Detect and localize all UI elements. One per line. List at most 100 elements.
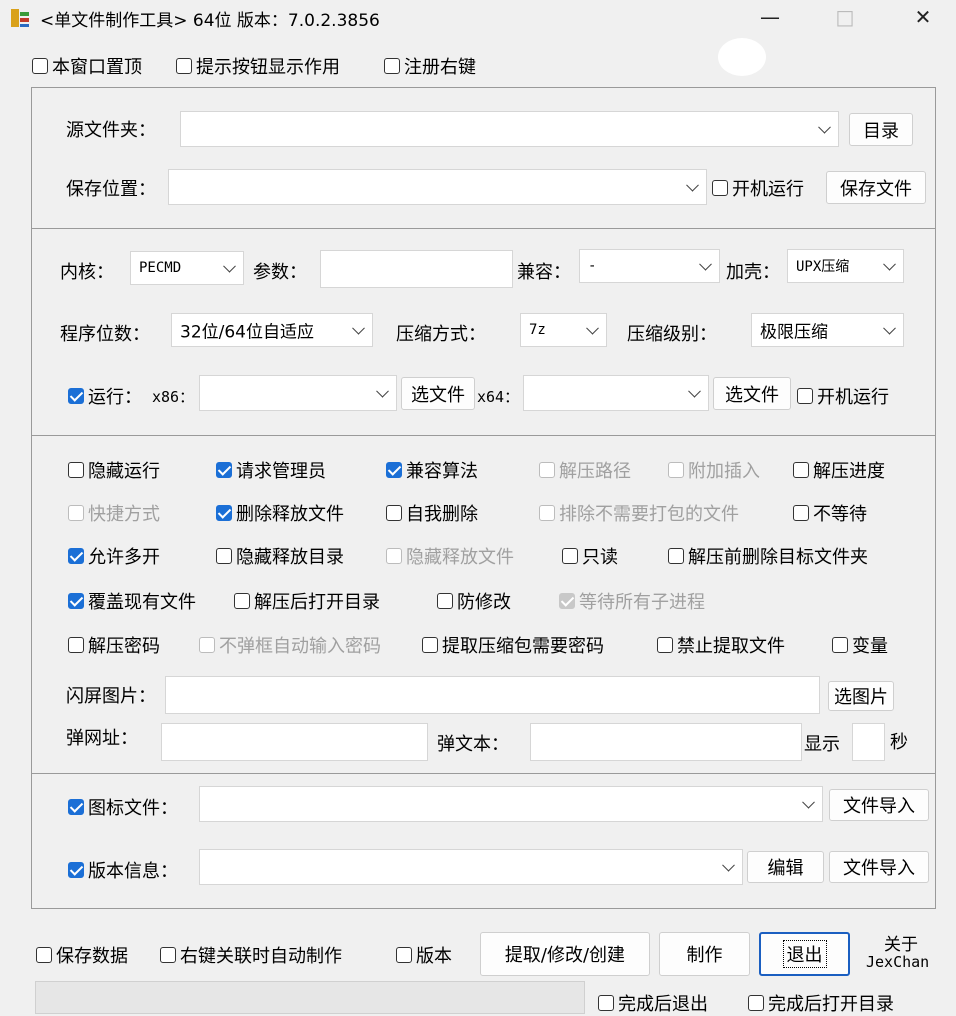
version-info-checkbox[interactable]: 版本信息： <box>68 857 178 883</box>
source-folder-combo[interactable] <box>180 111 839 147</box>
delete-released-files-checkbox[interactable]: 删除释放文件 <box>216 500 344 526</box>
chevron-down-icon <box>818 120 831 134</box>
chevron-down-icon <box>722 858 735 872</box>
x86-choose-file-button[interactable]: 选文件 <box>401 377 475 410</box>
method-label: 压缩方式： <box>396 324 486 345</box>
auto-make-check-icon <box>160 947 176 963</box>
splash-image-label: 闪屏图片： <box>66 686 156 707</box>
x64-combo[interactable] <box>523 375 709 411</box>
x64-choose-file-button[interactable]: 选文件 <box>713 377 791 410</box>
chevron-down-icon <box>376 384 389 398</box>
shell-label: 加壳： <box>726 262 780 283</box>
params-input[interactable] <box>320 250 513 288</box>
icon-file-combo[interactable] <box>199 786 823 822</box>
save-autorun-check-icon <box>712 180 728 196</box>
chevron-down-icon <box>699 257 712 271</box>
topmost-checkbox[interactable]: 本窗口置顶 <box>32 53 142 79</box>
extract-modify-create-button[interactable]: 提取/修改/创建 <box>480 932 650 976</box>
check-icon <box>437 593 453 609</box>
extract-progress-checkbox[interactable]: 解压进度 <box>793 457 885 483</box>
check-icon <box>793 505 809 521</box>
delete-target-before-extract-checkbox[interactable]: 解压前删除目标文件夹 <box>668 543 868 569</box>
exit-button[interactable]: 退出 <box>759 932 850 976</box>
open-dir-after-complete-checkbox[interactable]: 完成后打开目录 <box>748 990 894 1016</box>
chevron-down-icon <box>883 257 896 271</box>
about-label[interactable]: 关于 <box>884 930 918 955</box>
maximize-button[interactable]: □ <box>815 0 875 36</box>
run-checkbox[interactable]: 运行： <box>68 383 142 409</box>
shell-combo[interactable]: UPX压缩 <box>787 249 904 283</box>
splash-image-input[interactable] <box>165 676 820 714</box>
compat-algorithm-checkbox[interactable]: 兼容算法 <box>386 457 478 483</box>
kernel-label: 内核： <box>60 262 114 283</box>
allow-multi-instance-checkbox[interactable]: 允许多开 <box>68 543 160 569</box>
extract-password-checkbox[interactable]: 解压密码 <box>68 632 160 658</box>
show-tooltip-checkbox[interactable]: 提示按钮显示作用 <box>176 53 340 79</box>
edit-version-button[interactable]: 编辑 <box>747 851 824 883</box>
version-info-combo[interactable] <box>199 849 743 885</box>
save-autorun-checkbox[interactable]: 开机运行 <box>712 175 804 201</box>
icon-file-checkbox[interactable]: 图标文件： <box>68 794 178 820</box>
check-icon <box>199 637 215 653</box>
level-combo[interactable]: 极限压缩 <box>751 313 904 347</box>
chevron-down-icon <box>686 178 699 192</box>
version-checkbox[interactable]: 版本 <box>396 942 452 968</box>
open-dir-after-check-icon <box>748 995 764 1011</box>
open-dir-after-extract-checkbox[interactable]: 解压后打开目录 <box>234 588 380 614</box>
run-autorun-checkbox[interactable]: 开机运行 <box>797 383 889 409</box>
extract-path-checkbox: 解压路径 <box>539 457 631 483</box>
auto-input-password-checkbox: 不弹框自动输入密码 <box>199 632 381 658</box>
popup-text-label: 弹文本： <box>437 734 509 755</box>
compat-combo[interactable]: - <box>579 249 720 283</box>
anti-modify-checkbox[interactable]: 防修改 <box>437 588 511 614</box>
save-location-combo[interactable] <box>168 169 707 205</box>
extract-needs-password-checkbox[interactable]: 提取压缩包需要密码 <box>422 632 604 658</box>
version-check-icon <box>396 947 412 963</box>
register-context-check-icon <box>384 58 400 74</box>
minimize-button[interactable]: — <box>740 0 800 36</box>
popup-text-input[interactable] <box>530 723 802 761</box>
hidden-run-checkbox[interactable]: 隐藏运行 <box>68 457 160 483</box>
no-wait-checkbox[interactable]: 不等待 <box>793 500 867 526</box>
check-icon <box>539 505 555 521</box>
bits-combo[interactable]: 32位/64位自适应 <box>171 313 373 347</box>
check-icon <box>668 462 684 478</box>
check-icon <box>68 462 84 478</box>
author-label[interactable]: JexChan <box>866 953 929 971</box>
chevron-down-icon <box>352 321 365 335</box>
request-admin-checkbox[interactable]: 请求管理员 <box>216 457 326 483</box>
exit-after-complete-checkbox[interactable]: 完成后退出 <box>598 990 708 1016</box>
directory-button[interactable]: 目录 <box>849 113 913 146</box>
check-icon <box>216 505 232 521</box>
popup-url-input[interactable] <box>161 723 428 761</box>
auto-make-checkbox[interactable]: 右键关联时自动制作 <box>160 942 342 968</box>
self-delete-checkbox[interactable]: 自我删除 <box>386 500 478 526</box>
check-icon <box>68 505 84 521</box>
variable-checkbox[interactable]: 变量 <box>832 632 888 658</box>
chevron-down-icon <box>883 321 896 335</box>
register-context-menu-checkbox[interactable]: 注册右键 <box>384 53 476 79</box>
check-icon <box>386 505 402 521</box>
kernel-combo[interactable]: PECMD <box>130 251 244 285</box>
readonly-checkbox[interactable]: 只读 <box>562 543 618 569</box>
chevron-down-icon <box>223 259 236 273</box>
hide-release-dir-checkbox[interactable]: 隐藏释放目录 <box>216 543 344 569</box>
shortcut-checkbox: 快捷方式 <box>68 500 160 526</box>
choose-image-button[interactable]: 选图片 <box>828 681 894 711</box>
x86-label: x86： <box>152 388 195 406</box>
forbid-extract-checkbox[interactable]: 禁止提取文件 <box>657 632 785 658</box>
check-icon <box>216 548 232 564</box>
x86-combo[interactable] <box>199 375 397 411</box>
app-icon <box>11 9 29 27</box>
save-file-button[interactable]: 保存文件 <box>826 171 926 204</box>
overwrite-existing-checkbox[interactable]: 覆盖现有文件 <box>68 588 196 614</box>
method-combo[interactable]: 7z <box>520 313 607 347</box>
version-info-check-icon <box>68 862 84 878</box>
show-seconds-input[interactable] <box>852 723 885 761</box>
version-import-button[interactable]: 文件导入 <box>829 851 929 883</box>
save-data-checkbox[interactable]: 保存数据 <box>36 942 128 968</box>
close-button[interactable]: ✕ <box>893 0 953 36</box>
progress-bar <box>35 981 585 1014</box>
icon-file-import-button[interactable]: 文件导入 <box>829 789 929 821</box>
make-button[interactable]: 制作 <box>659 932 750 976</box>
